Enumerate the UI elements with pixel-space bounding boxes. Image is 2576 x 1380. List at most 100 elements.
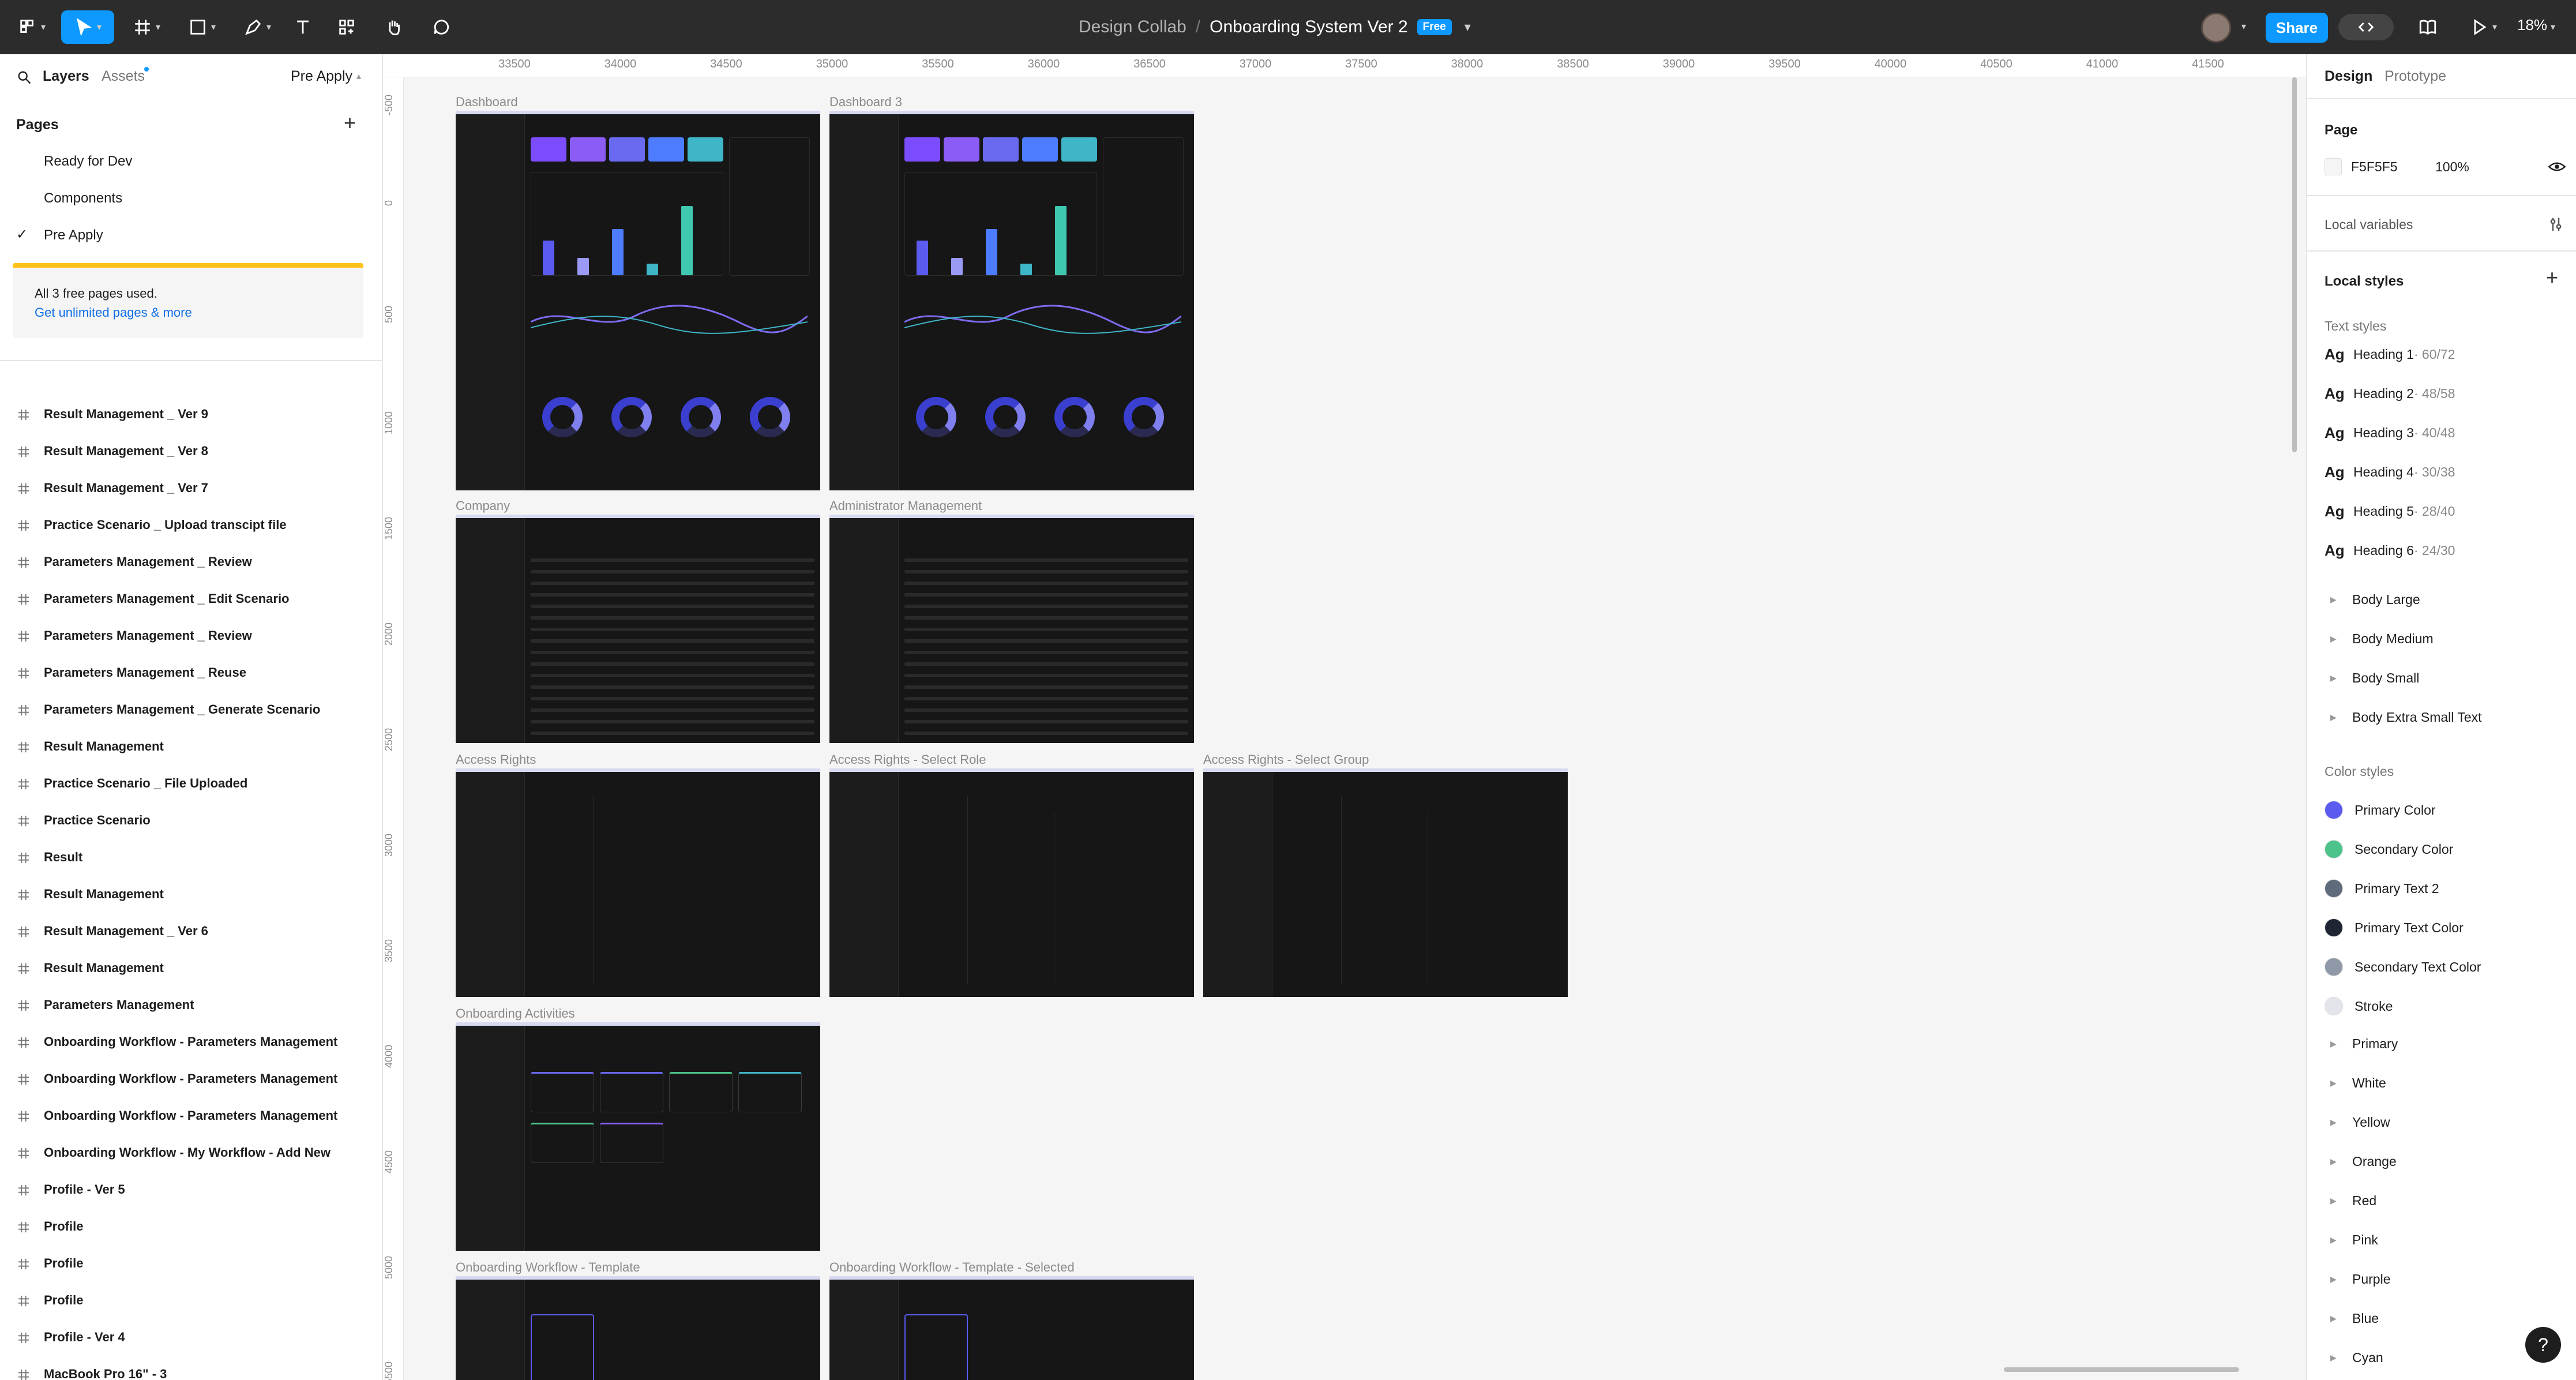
main-menu-button[interactable]: ▾ [12, 10, 52, 44]
layer-item[interactable]: Parameters Management _ Review [0, 617, 382, 654]
page-color-value[interactable]: F5F5F5 [2351, 159, 2398, 175]
color-style-group[interactable]: ▶ Orange [2330, 1154, 2397, 1169]
color-style-group[interactable]: ▶ Primary [2330, 1036, 2398, 1052]
frame-onboarding-activities[interactable] [456, 1022, 820, 1251]
text-style-group[interactable]: ▶ Body Extra Small Text [2330, 710, 2482, 725]
eye-icon[interactable] [2548, 159, 2566, 174]
color-style-item[interactable]: Secondary Color [2325, 840, 2453, 858]
search-icon[interactable] [16, 69, 32, 85]
layer-item[interactable]: Result [0, 839, 382, 876]
frame-label[interactable]: Onboarding Activities [456, 1006, 575, 1021]
layer-item[interactable]: Profile - Ver 4 [0, 1319, 382, 1356]
layer-item[interactable]: Result Management [0, 728, 382, 765]
layer-item[interactable]: Result Management [0, 950, 382, 987]
color-style-item[interactable]: Secondary Text Color [2325, 958, 2481, 976]
vertical-scrollbar[interactable] [2292, 77, 2297, 452]
layer-item[interactable]: Practice Scenario _ File Uploaded [0, 765, 382, 802]
frame-access-rights[interactable] [456, 768, 820, 997]
hand-tool-button[interactable] [380, 10, 408, 44]
add-page-icon[interactable]: + [344, 111, 356, 135]
page-item[interactable]: Ready for Dev [44, 153, 132, 170]
present-button[interactable]: ▾ [2463, 10, 2503, 44]
frame-label[interactable]: Access Rights - Select Group [1203, 752, 1369, 767]
page-color-swatch[interactable] [2325, 158, 2342, 175]
layer-item[interactable]: Onboarding Workflow - Parameters Managem… [0, 1060, 382, 1097]
chevron-up-icon[interactable]: ▴ [356, 70, 361, 82]
layer-item[interactable]: Result Management _ Ver 8 [0, 433, 382, 470]
color-style-item[interactable]: Primary Text Color [2325, 918, 2464, 937]
horizontal-scrollbar[interactable] [2004, 1367, 2239, 1372]
add-style-icon[interactable]: + [2546, 265, 2558, 290]
layer-item[interactable]: Practice Scenario [0, 802, 382, 839]
layer-item[interactable]: Profile [0, 1208, 382, 1245]
shape-tool-button[interactable]: ▾ [179, 10, 225, 44]
layer-item[interactable]: Parameters Management [0, 987, 382, 1023]
layer-item[interactable]: Onboarding Workflow - Parameters Managem… [0, 1097, 382, 1134]
library-button[interactable] [2413, 10, 2442, 44]
layer-item[interactable]: Profile - Ver 5 [0, 1171, 382, 1208]
page-opacity-value[interactable]: 100% [2435, 159, 2469, 175]
text-style-item[interactable]: Ag Heading 5 · 28/40 [2325, 500, 2455, 523]
frame-dashboard-3[interactable] [829, 111, 1194, 490]
frame-access-rights-select-group[interactable] [1203, 768, 1568, 997]
comment-tool-button[interactable] [427, 10, 456, 44]
color-style-group[interactable]: ▶ Cyan [2330, 1350, 2383, 1366]
layer-item[interactable]: Profile [0, 1245, 382, 1282]
chevron-down-icon[interactable]: ▾ [1465, 20, 1471, 35]
tab-assets[interactable]: Assets [102, 68, 145, 85]
frame-onboarding-workflow-template[interactable] [456, 1276, 820, 1380]
layer-item[interactable]: Result Management [0, 876, 382, 913]
frame-label[interactable]: Access Rights - Select Role [829, 752, 986, 767]
sliders-icon[interactable] [2547, 216, 2564, 233]
layer-item[interactable]: Onboarding Workflow - My Workflow - Add … [0, 1134, 382, 1171]
dev-mode-toggle[interactable] [2338, 14, 2394, 40]
frame-tool-button[interactable]: ▾ [123, 10, 170, 44]
layer-item[interactable]: Result Management _ Ver 9 [0, 396, 382, 433]
color-style-group[interactable]: ▶ Blue [2330, 1311, 2379, 1326]
color-style-group[interactable]: ▶ Purple [2330, 1272, 2390, 1287]
canvas[interactable]: Dashboard Dashboard 3 Company Administra… [404, 77, 2306, 1380]
text-style-group[interactable]: ▶ Body Large [2330, 592, 2420, 608]
file-name[interactable]: Onboarding System Ver 2 [1210, 17, 1408, 37]
color-style-group[interactable]: ▶ Red [2330, 1193, 2376, 1209]
page-item[interactable]: Components [44, 190, 122, 207]
frame-label[interactable]: Dashboard [456, 95, 518, 110]
layer-item[interactable]: Profile [0, 1282, 382, 1319]
color-style-group[interactable]: ▶ White [2330, 1075, 2386, 1091]
tab-layers[interactable]: Layers [43, 68, 89, 85]
layer-item[interactable]: Parameters Management _ Reuse [0, 654, 382, 691]
color-style-item[interactable]: Primary Text 2 [2325, 879, 2439, 898]
layer-item[interactable]: Result Management _ Ver 6 [0, 913, 382, 950]
color-style-item[interactable]: Primary Color [2325, 801, 2436, 819]
page-item-active[interactable]: Pre Apply [44, 227, 103, 243]
frame-onboarding-workflow-template-selected[interactable] [829, 1276, 1194, 1380]
zoom-level[interactable]: 18% ▾ [2517, 16, 2555, 34]
frame-label[interactable]: Dashboard 3 [829, 95, 902, 110]
frame-administrator-management[interactable] [829, 515, 1194, 743]
frame-company[interactable] [456, 515, 820, 743]
resources-button[interactable] [332, 10, 361, 44]
share-button[interactable]: Share [2266, 13, 2328, 43]
frame-access-rights-select-role[interactable] [829, 768, 1194, 997]
layer-item[interactable]: Parameters Management _ Edit Scenario [0, 580, 382, 617]
avatar[interactable] [2201, 13, 2231, 43]
pen-tool-button[interactable]: ▾ [234, 10, 280, 44]
layer-item[interactable]: Parameters Management _ Generate Scenari… [0, 691, 382, 728]
layer-item[interactable]: Result Management _ Ver 7 [0, 470, 382, 507]
text-tool-button[interactable] [288, 10, 317, 44]
frame-dashboard[interactable] [456, 111, 820, 490]
layer-item[interactable]: Parameters Management _ Review [0, 543, 382, 580]
text-style-group[interactable]: ▶ Body Medium [2330, 631, 2434, 647]
frame-label[interactable]: Administrator Management [829, 498, 982, 513]
tab-design[interactable]: Design [2325, 68, 2372, 85]
frame-label[interactable]: Onboarding Workflow - Template [456, 1260, 640, 1275]
layer-item[interactable]: Practice Scenario _ Upload transcipt fil… [0, 507, 382, 543]
team-name[interactable]: Design Collab [1079, 17, 1186, 37]
frame-label[interactable]: Company [456, 498, 510, 513]
help-button[interactable]: ? [2525, 1327, 2561, 1363]
frame-label[interactable]: Access Rights [456, 752, 536, 767]
color-style-item[interactable]: Stroke [2325, 997, 2393, 1015]
text-style-item[interactable]: Ag Heading 6 · 24/30 [2325, 539, 2455, 562]
frame-label[interactable]: Onboarding Workflow - Template - Selecte… [829, 1260, 1075, 1275]
tab-prototype[interactable]: Prototype [2385, 68, 2446, 85]
